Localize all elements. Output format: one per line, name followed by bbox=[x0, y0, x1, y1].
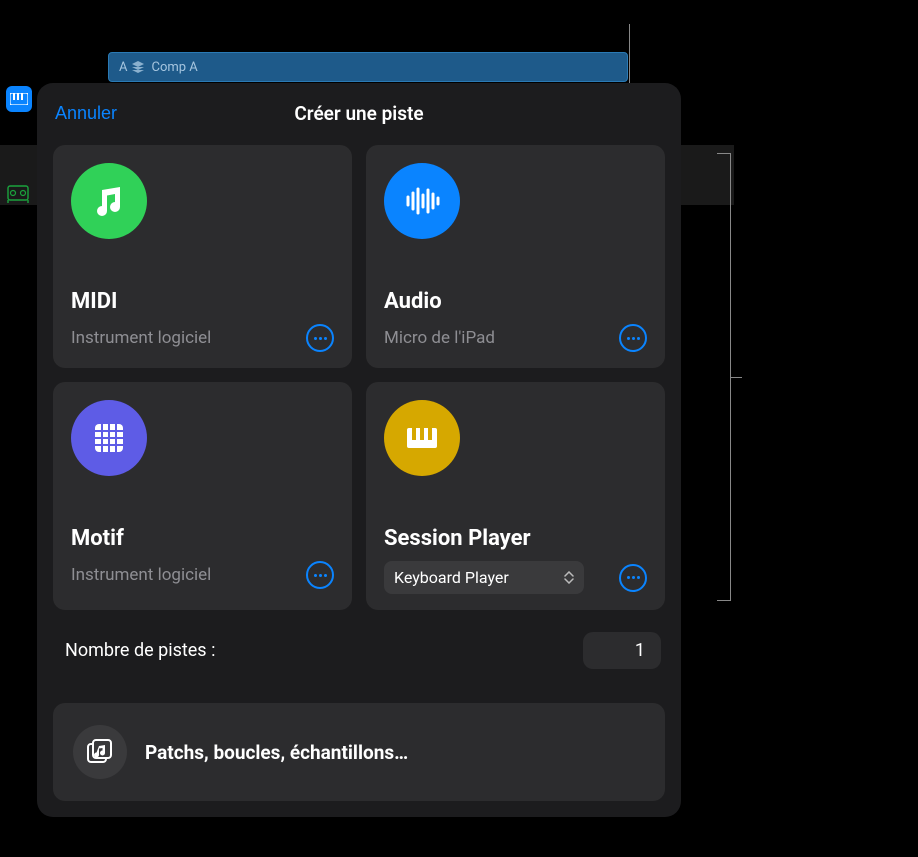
midi-subtitle: Instrument logiciel bbox=[71, 328, 211, 348]
ellipsis-icon bbox=[314, 574, 327, 577]
motif-more-button[interactable] bbox=[306, 561, 334, 589]
audio-card[interactable]: Audio Micro de l'iPad bbox=[366, 145, 665, 368]
music-note-icon bbox=[71, 163, 147, 239]
callout-tick bbox=[730, 377, 742, 378]
track-count-label: Nombre de pistes : bbox=[65, 640, 215, 661]
midi-more-button[interactable] bbox=[306, 324, 334, 352]
session-player-dropdown[interactable]: Keyboard Player bbox=[384, 561, 584, 594]
ellipsis-icon bbox=[627, 337, 640, 340]
audio-more-button[interactable] bbox=[619, 324, 647, 352]
motif-subtitle: Instrument logiciel bbox=[71, 565, 211, 585]
chevron-up-down-icon bbox=[564, 571, 574, 584]
stack-icon bbox=[131, 61, 145, 73]
callout-bracket bbox=[717, 153, 731, 601]
session-player-dropdown-value: Keyboard Player bbox=[394, 568, 509, 587]
audio-title: Audio bbox=[384, 289, 647, 314]
track-count-row: Nombre de pistes : 1 bbox=[53, 628, 665, 673]
modal-title: Créer une piste bbox=[294, 102, 423, 125]
track-count-input[interactable]: 1 bbox=[583, 632, 661, 669]
library-icon bbox=[73, 725, 127, 779]
session-player-card[interactable]: Session Player Keyboard Player bbox=[366, 382, 665, 610]
piano-keys-icon bbox=[384, 400, 460, 476]
cancel-button[interactable]: Annuler bbox=[53, 103, 119, 124]
track-region-header: A Comp A bbox=[108, 52, 628, 82]
midi-card[interactable]: MIDI Instrument logiciel bbox=[53, 145, 352, 368]
motif-card[interactable]: Motif Instrument logiciel bbox=[53, 382, 352, 610]
browse-patches-label: Patchs, boucles, échantillons… bbox=[145, 741, 408, 764]
midi-title: MIDI bbox=[71, 289, 334, 314]
ellipsis-icon bbox=[314, 337, 327, 340]
session-player-more-button[interactable] bbox=[619, 564, 647, 592]
browse-patches-button[interactable]: Patchs, boucles, échantillons… bbox=[53, 703, 665, 801]
ellipsis-icon bbox=[627, 576, 640, 579]
keyboard-icon-button[interactable] bbox=[6, 86, 32, 112]
track-region-prefix: A bbox=[119, 60, 127, 75]
audio-subtitle: Micro de l'iPad bbox=[384, 328, 495, 348]
track-type-grid: MIDI Instrument logiciel bbox=[53, 145, 665, 610]
motif-title: Motif bbox=[71, 526, 334, 551]
grid-icon bbox=[71, 400, 147, 476]
instrument-track-icon bbox=[7, 183, 29, 205]
track-region-name: Comp A bbox=[151, 60, 197, 75]
create-track-modal: Annuler Créer une piste MIDI Instrument … bbox=[37, 83, 681, 817]
waveform-icon bbox=[384, 163, 460, 239]
session-player-title: Session Player bbox=[384, 526, 647, 551]
modal-header: Annuler Créer une piste bbox=[53, 99, 665, 127]
